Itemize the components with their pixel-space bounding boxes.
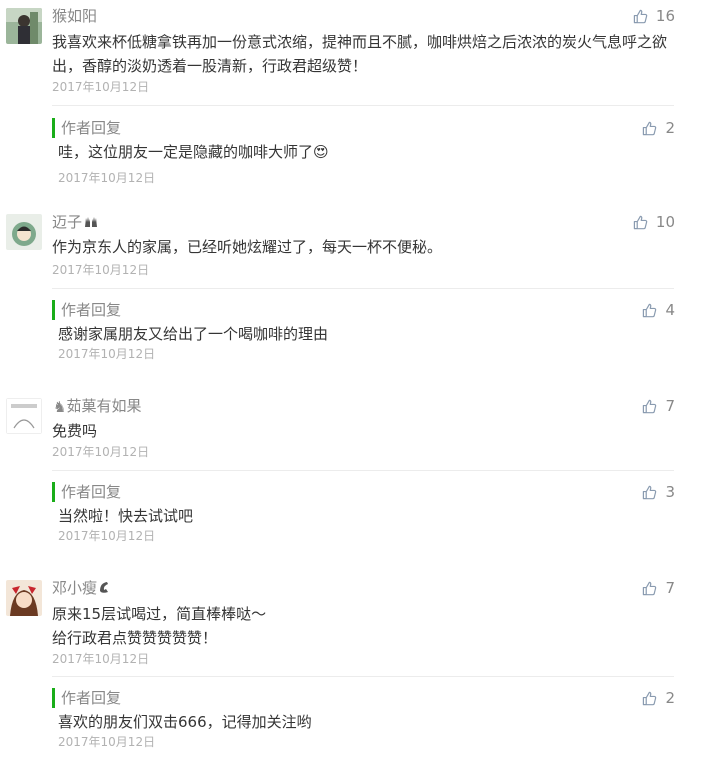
comment-date: 2017年10月12日 xyxy=(52,445,150,459)
like-count: 10 xyxy=(655,213,675,231)
comment-item: 邓小瘦 7 原来15层试喝过，简直棒棒哒～ 给行政君点赞赞赞赞赞！ 2017年1… xyxy=(0,578,723,778)
thumbs-up-icon xyxy=(642,485,657,500)
avatar[interactable] xyxy=(6,398,42,434)
avatar[interactable] xyxy=(6,8,42,44)
comment-text: 免费吗 xyxy=(52,422,98,440)
divider xyxy=(52,288,674,289)
like-count: 4 xyxy=(665,301,675,319)
reply-like-button[interactable]: 3 xyxy=(642,482,675,502)
thumbs-up-icon xyxy=(642,303,657,318)
reply-text: 喜欢的朋友们双击666，记得加关注哟 xyxy=(58,713,312,731)
thumbs-up-icon xyxy=(642,581,657,596)
like-count: 3 xyxy=(665,483,675,501)
author-reply-label: 作者回复 xyxy=(52,482,121,502)
like-count: 16 xyxy=(655,7,675,25)
reply-date: 2017年10月12日 xyxy=(58,735,156,749)
comment-nickname[interactable]: 迈子 xyxy=(52,212,99,233)
divider xyxy=(52,105,674,106)
comment-text: 我喜欢来杯低糖拿铁再加一份意式浓缩，提神而且不腻，咖啡烘焙之后浓浓的炭火气息呼之… xyxy=(52,33,668,75)
reply-text: 哇，这位朋友一定是隐藏的咖啡大师了😍 xyxy=(58,143,329,161)
like-button[interactable]: 7 xyxy=(642,396,675,416)
like-button[interactable]: 7 xyxy=(642,578,675,598)
divider xyxy=(52,676,674,677)
reply-date: 2017年10月12日 xyxy=(58,529,156,543)
like-count: 7 xyxy=(665,397,675,415)
like-count: 2 xyxy=(665,119,675,137)
comment-text: 作为京东人的家属，已经听她炫耀过了，每天一杯不便秘。 xyxy=(52,238,443,256)
reply-like-button[interactable]: 2 xyxy=(642,118,675,138)
author-reply-label: 作者回复 xyxy=(52,118,121,138)
thumbs-up-icon xyxy=(633,9,648,24)
like-count: 7 xyxy=(665,579,675,597)
hands-emoji-icon xyxy=(83,213,99,233)
thumbs-up-icon xyxy=(642,399,657,414)
divider xyxy=(52,470,674,471)
thumbs-up-icon xyxy=(633,215,648,230)
reply-like-button[interactable]: 4 xyxy=(642,300,675,320)
like-button[interactable]: 10 xyxy=(633,212,675,232)
reply-text: 感谢家属朋友又给出了一个喝咖啡的理由 xyxy=(58,325,329,343)
like-count: 2 xyxy=(665,689,675,707)
chess-knight-icon: ♞ xyxy=(53,397,67,416)
reply-date: 2017年10月12日 xyxy=(58,171,156,185)
reply-text: 当然啦！快去试试吧 xyxy=(58,507,194,525)
comment-nickname[interactable]: ♞茹菓有如果 xyxy=(52,396,141,417)
comment-nickname[interactable]: 猴如阳 xyxy=(52,6,97,26)
avatar[interactable] xyxy=(6,580,42,616)
comment-nickname[interactable]: 邓小瘦 xyxy=(52,578,114,599)
comment-date: 2017年10月12日 xyxy=(52,652,150,666)
phone-emoji-icon xyxy=(98,579,114,599)
thumbs-up-icon xyxy=(642,121,657,136)
thumbs-up-icon xyxy=(642,691,657,706)
comment-item: ♞茹菓有如果 7 免费吗 2017年10月12日 作者回复 3 当然啦！快去试试… xyxy=(0,396,723,556)
comment-text: 原来15层试喝过，简直棒棒哒～ 给行政君点赞赞赞赞赞！ xyxy=(52,605,267,647)
comment-item: 猴如阳 16 我喜欢来杯低糖拿铁再加一份意式浓缩，提神而且不腻，咖啡烘焙之后浓浓… xyxy=(0,6,723,186)
reply-like-button[interactable]: 2 xyxy=(642,688,675,708)
reply-date: 2017年10月12日 xyxy=(58,347,156,361)
author-reply-label: 作者回复 xyxy=(52,300,121,320)
comment-date: 2017年10月12日 xyxy=(52,263,150,277)
author-reply-label: 作者回复 xyxy=(52,688,121,708)
avatar[interactable] xyxy=(6,214,42,250)
comment-date: 2017年10月12日 xyxy=(52,80,150,94)
comment-item: 迈子 10 作为京东人的家属，已经听她炫耀过了，每天一杯不便秘。 2017年10… xyxy=(0,212,723,372)
like-button[interactable]: 16 xyxy=(633,6,675,26)
